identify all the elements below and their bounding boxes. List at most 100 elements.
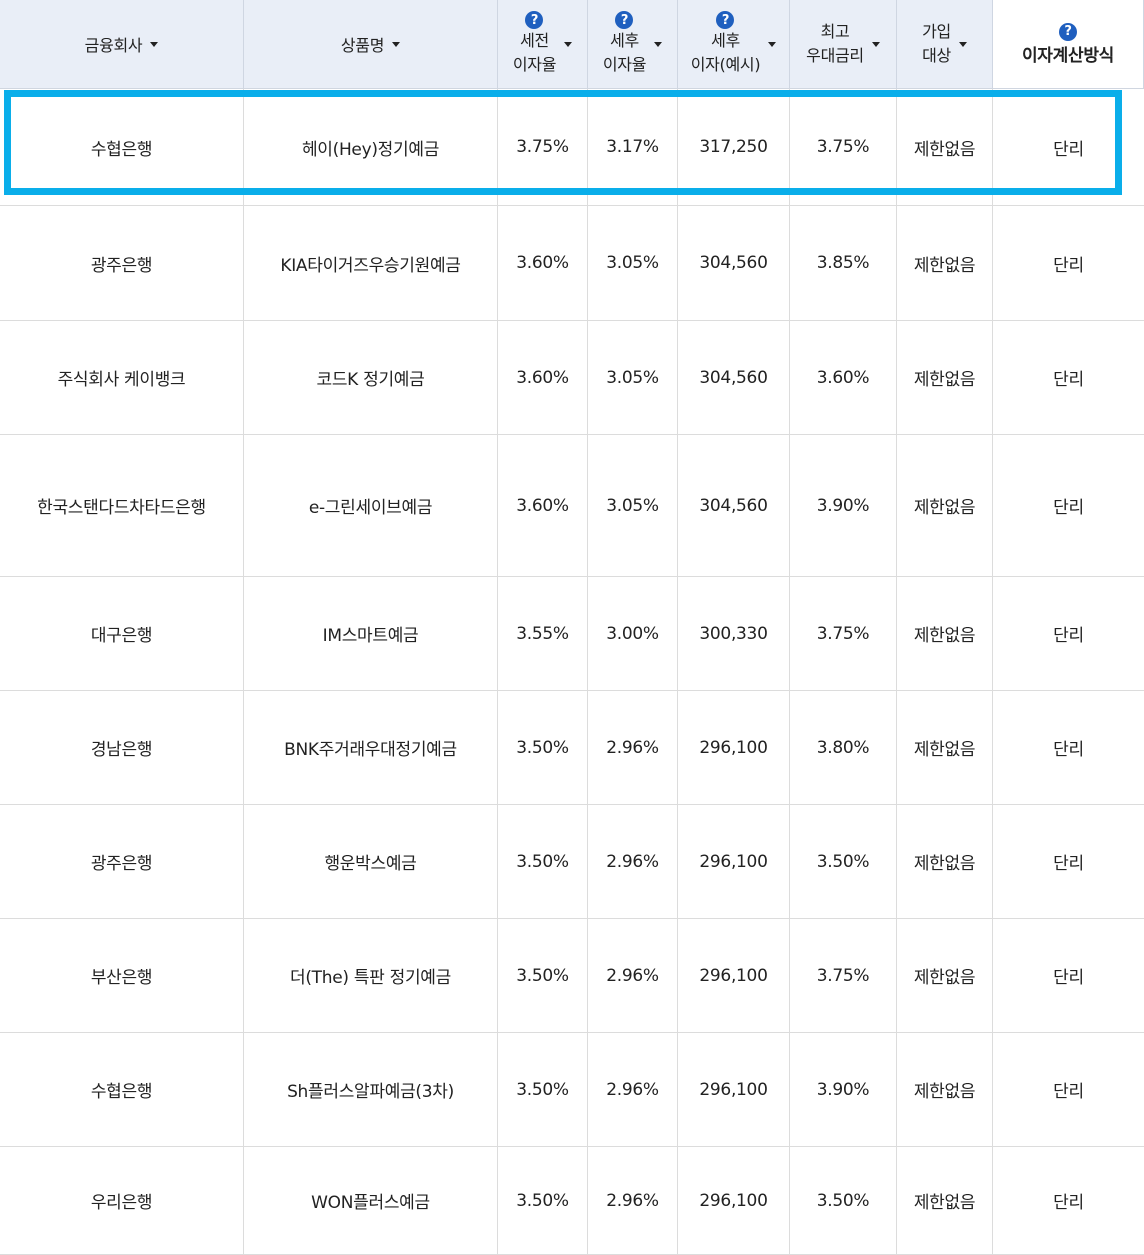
company-cell: 광주은행 <box>0 805 244 918</box>
help-icon[interactable]: ? <box>525 11 544 29</box>
caret-down-icon <box>768 41 777 47</box>
company-cell: 한국스탠다드차타드은행 <box>0 435 244 576</box>
sort-join-target-header[interactable]: 가입대상 <box>897 0 993 88</box>
caret-down-icon <box>958 41 967 47</box>
sort-product-header[interactable]: 상품명 <box>244 0 498 88</box>
sort-max-rate-header[interactable]: 최고 우대금리 <box>790 0 897 88</box>
max-preferential-rate-cell: 3.75% <box>790 577 897 690</box>
join-target-cell: 제한없음 <box>897 89 993 205</box>
caret-down-icon <box>392 41 401 47</box>
posttax-rate-cell: 2.96% <box>588 1033 678 1146</box>
join-target-cell: 제한없음 <box>897 577 993 690</box>
sort-pretax-rate-header[interactable]: ? 세전이자율 <box>498 0 588 88</box>
posttax-rate-cell: 2.96% <box>588 919 678 1032</box>
max-preferential-rate-cell: 3.75% <box>790 89 897 205</box>
product-name-cell: IM스마트예금 <box>244 577 498 690</box>
calc-method-cell: 단리 <box>1053 740 1084 760</box>
posttax-rate-cell: 3.05% <box>588 206 678 320</box>
help-icon[interactable]: ? <box>1058 22 1077 41</box>
posttax-interest-cell: 296,100 <box>678 919 790 1032</box>
header-label: 세후 <box>610 31 639 50</box>
company-cell: 광주은행 <box>0 206 244 320</box>
max-preferential-rate-cell: 3.80% <box>790 691 897 804</box>
table-row[interactable]: 광주은행 행운박스예금 3.50% 2.96% 296,100 3.50% 제한없음 단리 <box>0 805 1144 919</box>
product-name-cell: 코드K 정기예금 <box>244 321 498 434</box>
company-cell: 수협은행 <box>0 1033 244 1146</box>
sort-company-header[interactable]: 금융회사 <box>0 0 244 88</box>
table-row[interactable]: 주식회사 케이뱅크 코드K 정기예금 3.60% 3.05% 304,560 3.60% 제… <box>0 321 1144 435</box>
pretax-rate-cell: 3.50% <box>498 919 588 1032</box>
header-label: 금융회사 <box>84 36 143 55</box>
help-icon[interactable]: ? <box>716 11 735 29</box>
table-row[interactable]: 대구은행 IM스마트예금 3.55% 3.00% 300,330 3.75% 제한없음 단리 <box>0 577 1144 691</box>
product-name-cell: 헤이(Hey)정기예금 <box>244 89 498 205</box>
posttax-rate-cell: 3.05% <box>588 321 678 434</box>
header-label: 이자율 <box>512 55 557 74</box>
calc-method-cell: 단리 <box>1053 1082 1084 1102</box>
pretax-rate-cell: 3.50% <box>498 1147 588 1254</box>
calc-method-cell: 단리 <box>1053 139 1084 160</box>
header-label: 세후 <box>711 31 740 50</box>
calc-method-cell: 단리 <box>1053 255 1084 276</box>
posttax-rate-cell: 3.00% <box>588 577 678 690</box>
caret-down-icon <box>564 41 573 47</box>
join-target-cell: 제한없음 <box>897 919 993 1032</box>
join-target-cell: 제한없음 <box>897 691 993 804</box>
posttax-interest-cell: 300,330 <box>678 577 790 690</box>
sort-posttax-rate-header[interactable]: ? 세후 이자율 <box>588 0 678 88</box>
table-row[interactable]: 부산은행 더(The) 특판 정기예금 3.50% 2.96% 296,100 3.75%… <box>0 919 1144 1033</box>
posttax-interest-cell: 296,100 <box>678 1147 790 1254</box>
caret-down-icon <box>654 41 663 47</box>
posttax-interest-cell: 317,250 <box>678 89 790 205</box>
header-label: 이자(예시) <box>690 55 761 74</box>
calc-method-cell: 단리 <box>1053 1193 1084 1213</box>
join-target-cell: 제한없음 <box>897 1033 993 1146</box>
calc-method-header: ? 이자계산방식 <box>993 0 1144 88</box>
join-target-cell: 제한없음 <box>897 206 993 320</box>
table-row[interactable]: 한국스탠다드차타드은행 e-그린세이브예금 3.60% 3.05% 304,560 3.9… <box>0 435 1144 577</box>
posttax-interest-cell: 296,100 <box>678 805 790 918</box>
posttax-interest-cell: 304,560 <box>678 435 790 576</box>
company-cell: 경남은행 <box>0 691 244 804</box>
posttax-rate-cell: 3.05% <box>588 435 678 576</box>
product-name-cell: Sh플러스알파예금(3차) <box>244 1033 498 1146</box>
product-name-cell: WON플러스예금 <box>244 1147 498 1254</box>
table-row[interactable]: 수협은행 Sh플러스알파예금(3차) 3.50% 2.96% 296,100 3.90% 제… <box>0 1033 1144 1147</box>
sort-interest-header[interactable]: ? 세후이자(예시) <box>678 0 790 88</box>
header-label: 세전 <box>520 31 549 50</box>
product-name-cell: KIA타이거즈우승기원예금 <box>244 206 498 320</box>
max-preferential-rate-cell: 3.90% <box>790 435 897 576</box>
caret-down-icon <box>150 41 159 47</box>
table-row[interactable]: 수협은행 헤이(Hey)정기예금 3.75% 3.17% 317,250 3.75% 제한없… <box>0 89 1144 206</box>
calc-method-cell: 단리 <box>1053 370 1084 390</box>
pretax-rate-cell: 3.60% <box>498 206 588 320</box>
pretax-rate-cell: 3.75% <box>498 89 588 205</box>
table-row[interactable]: 우리은행 WON플러스예금 3.50% 2.96% 296,100 3.50% 제한없음 단리 <box>0 1147 1144 1255</box>
posttax-rate-cell: 3.17% <box>588 89 678 205</box>
posttax-rate-cell: 2.96% <box>588 691 678 804</box>
max-preferential-rate-cell: 3.75% <box>790 919 897 1032</box>
pretax-rate-cell: 3.55% <box>498 577 588 690</box>
product-name-cell: e-그린세이브예금 <box>244 435 498 576</box>
pretax-rate-cell: 3.50% <box>498 805 588 918</box>
table-row[interactable]: 경남은행 BNK주거래우대정기예금 3.50% 2.96% 296,100 3.80% 제한… <box>0 691 1144 805</box>
pretax-rate-cell: 3.60% <box>498 435 588 576</box>
header-label: 상품명 <box>340 36 385 55</box>
table-header: 금융회사 상품명 ? 세전 이자율 ? 세후 이자율 ? 세후 이자(예시) 최… <box>0 0 1144 89</box>
company-cell: 부산은행 <box>0 919 244 1032</box>
header-label: 최고 <box>820 22 850 41</box>
join-target-cell: 제한없음 <box>897 805 993 918</box>
table-row[interactable]: 광주은행 KIA타이거즈우승기원예금 3.60% 3.05% 304,560 3.85% 제… <box>0 206 1144 321</box>
calc-method-cell: 단리 <box>1053 854 1084 874</box>
max-preferential-rate-cell: 3.90% <box>790 1033 897 1146</box>
posttax-interest-cell: 296,100 <box>678 691 790 804</box>
company-cell: 대구은행 <box>0 577 244 690</box>
help-icon[interactable]: ? <box>615 11 634 29</box>
product-name-cell: BNK주거래우대정기예금 <box>244 691 498 804</box>
calc-method-cell: 단리 <box>1053 968 1084 988</box>
header-label: 대상 <box>922 46 951 65</box>
calc-method-cell: 단리 <box>1053 498 1084 518</box>
pretax-rate-cell: 3.60% <box>498 321 588 434</box>
posttax-interest-cell: 304,560 <box>678 206 790 320</box>
header-label: 가입 <box>922 22 951 41</box>
